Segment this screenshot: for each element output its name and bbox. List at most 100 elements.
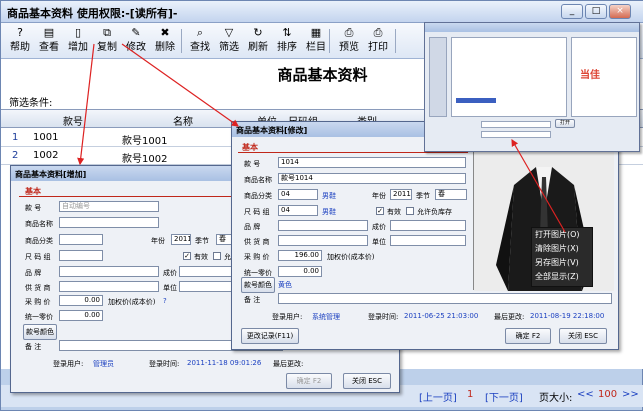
cost-input[interactable] <box>179 266 235 277</box>
minimize-button[interactable]: _ <box>561 4 583 19</box>
selected-file[interactable] <box>456 98 496 103</box>
toolbar-button-11[interactable]: ⎙ 预览 <box>334 26 364 56</box>
cost-label: 成价 <box>163 269 177 277</box>
ok-button[interactable]: 确定 F2 <box>286 373 332 389</box>
category-name: 男鞋 <box>322 192 336 200</box>
cell-name: 款号1002 <box>122 154 168 165</box>
toolbar-button-12[interactable]: ⎙ 打印 <box>363 26 393 56</box>
menu-save-image[interactable]: 另存图片(V) <box>532 256 592 270</box>
toolbar-label: 删除 <box>155 42 175 53</box>
toolbar-button-7[interactable]: ▽ 筛选 <box>214 26 244 56</box>
toolbar-label: 查找 <box>190 42 210 53</box>
col-code[interactable]: 款号 <box>63 113 83 128</box>
ok-button[interactable]: 确定 F2 <box>505 328 551 344</box>
code-input[interactable]: 1014 <box>278 157 466 168</box>
brand-input[interactable] <box>278 220 368 231</box>
close-window-button[interactable]: × <box>609 4 631 19</box>
file-dialog-places[interactable] <box>429 37 447 117</box>
toolbar-button-8[interactable]: ↻ 刷新 <box>243 26 273 56</box>
toolbar-button-10[interactable]: ▦ 栏目 <box>301 26 331 56</box>
season-label: 季节 <box>195 237 209 245</box>
toolbar-button-3[interactable]: ⧉ 复制 <box>92 26 122 56</box>
change-log-button[interactable]: 更改记录(F11) <box>241 328 299 344</box>
note-label: 备 注 <box>244 296 261 304</box>
season-select[interactable]: 春 <box>435 189 467 200</box>
page-size-up[interactable]: >> <box>622 389 639 400</box>
supplier-input[interactable] <box>278 235 368 246</box>
close-button[interactable]: 关闭 ESC <box>343 373 391 389</box>
brand-label: 品 牌 <box>244 223 261 231</box>
toolbar-button-6[interactable]: ⌕ 查找 <box>185 26 215 56</box>
time-value: 2011-06-25 21:03:00 <box>404 312 479 320</box>
close-button[interactable]: 关闭 ESC <box>559 328 607 344</box>
valid-checkbox[interactable]: ✓ <box>376 207 384 215</box>
retail-input[interactable]: 0.00 <box>59 310 103 321</box>
toolbar-separator <box>181 29 182 53</box>
menu-open-image[interactable]: 打开图片(O) <box>532 228 592 242</box>
cell-name: 款号1001 <box>122 136 168 147</box>
menu-show-all[interactable]: 全部显示(Z) <box>532 270 592 284</box>
menu-clear-image[interactable]: 清除图片(X) <box>532 242 592 256</box>
maximize-button[interactable]: □ <box>585 4 607 19</box>
toolbar-button-1[interactable]: ▤ 查看 <box>34 26 64 56</box>
time-value: 2011-11-18 09:01:26 <box>187 359 262 367</box>
unit-input[interactable] <box>390 235 466 246</box>
page-size-down[interactable]: << <box>577 389 594 400</box>
toolbar-label: 筛选 <box>219 42 239 53</box>
file-name-input[interactable] <box>481 121 551 128</box>
season-label: 季节 <box>416 192 430 200</box>
toolbar-label: 帮助 <box>10 42 30 53</box>
size-group-name: 男鞋 <box>322 208 336 216</box>
purchase-input[interactable]: 196.00 <box>278 250 322 261</box>
unit-input[interactable] <box>179 281 235 292</box>
size-group-input[interactable]: 04 <box>278 205 318 216</box>
retail-input[interactable]: 0.00 <box>278 266 322 277</box>
toolbar-button-5[interactable]: ✖ 删除 <box>150 26 180 56</box>
prev-page-link[interactable]: [上一页] <box>419 389 457 404</box>
allow-negative-checkbox[interactable] <box>406 207 414 215</box>
year-input[interactable]: 2011 <box>171 234 191 245</box>
col-name[interactable]: 名称 <box>173 113 193 128</box>
cost-input[interactable] <box>390 220 466 231</box>
toolbar-icon: ▤ <box>43 26 55 39</box>
user-value: 管理员 <box>93 360 114 368</box>
purchase-input[interactable]: 0.00 <box>59 295 103 306</box>
open-file-button[interactable]: 打开 <box>555 119 575 128</box>
brand-input[interactable] <box>59 266 159 277</box>
category-input[interactable] <box>59 234 103 245</box>
page-number: 1 <box>467 389 474 400</box>
toolbar-icon: ⇅ <box>282 26 292 39</box>
toolbar-button-2[interactable]: ▯ 增加 <box>63 26 93 56</box>
user-label: 登录用户: <box>53 360 84 368</box>
name-input[interactable]: 款号1014 <box>278 173 466 184</box>
supplier-input[interactable] <box>59 281 159 292</box>
style-color-button[interactable]: 款号颜色 <box>241 277 275 293</box>
page-size-value[interactable]: 100 <box>598 389 617 400</box>
code-input[interactable]: 自动编号 <box>59 201 159 212</box>
toolbar-icon: ▽ <box>224 26 234 39</box>
style-color-button[interactable]: 款号颜色 <box>23 324 57 340</box>
toolbar-button-9[interactable]: ⇅ 排序 <box>272 26 302 56</box>
code-label: 款 号 <box>244 160 261 168</box>
code-label: 款 号 <box>25 204 42 212</box>
valid-checkbox[interactable]: ✓ <box>183 252 191 260</box>
row-number: 2 <box>12 150 19 161</box>
year-input[interactable]: 2011 <box>390 189 412 200</box>
brand-label: 品 牌 <box>25 269 42 277</box>
note-input[interactable] <box>278 293 612 304</box>
toolbar-button-4[interactable]: ✎ 修改 <box>121 26 151 56</box>
toolbar-icon: ⧉ <box>103 26 111 39</box>
supplier-label: 供 货 商 <box>244 238 270 246</box>
category-input[interactable]: 04 <box>278 189 318 200</box>
name-input[interactable] <box>59 217 159 228</box>
file-list[interactable] <box>451 37 567 117</box>
allow-negative-checkbox[interactable] <box>213 252 221 260</box>
next-page-link[interactable]: [下一页] <box>485 389 523 404</box>
category-label: 商品分类 <box>25 237 53 245</box>
cost-label: 成价 <box>372 223 386 231</box>
toolbar-label: 增加 <box>68 42 88 53</box>
file-type-select[interactable] <box>481 131 551 138</box>
toolbar-button-0[interactable]: ? 帮助 <box>5 26 35 56</box>
color-value: 黄色 <box>278 281 292 289</box>
size-group-input[interactable] <box>59 250 103 261</box>
